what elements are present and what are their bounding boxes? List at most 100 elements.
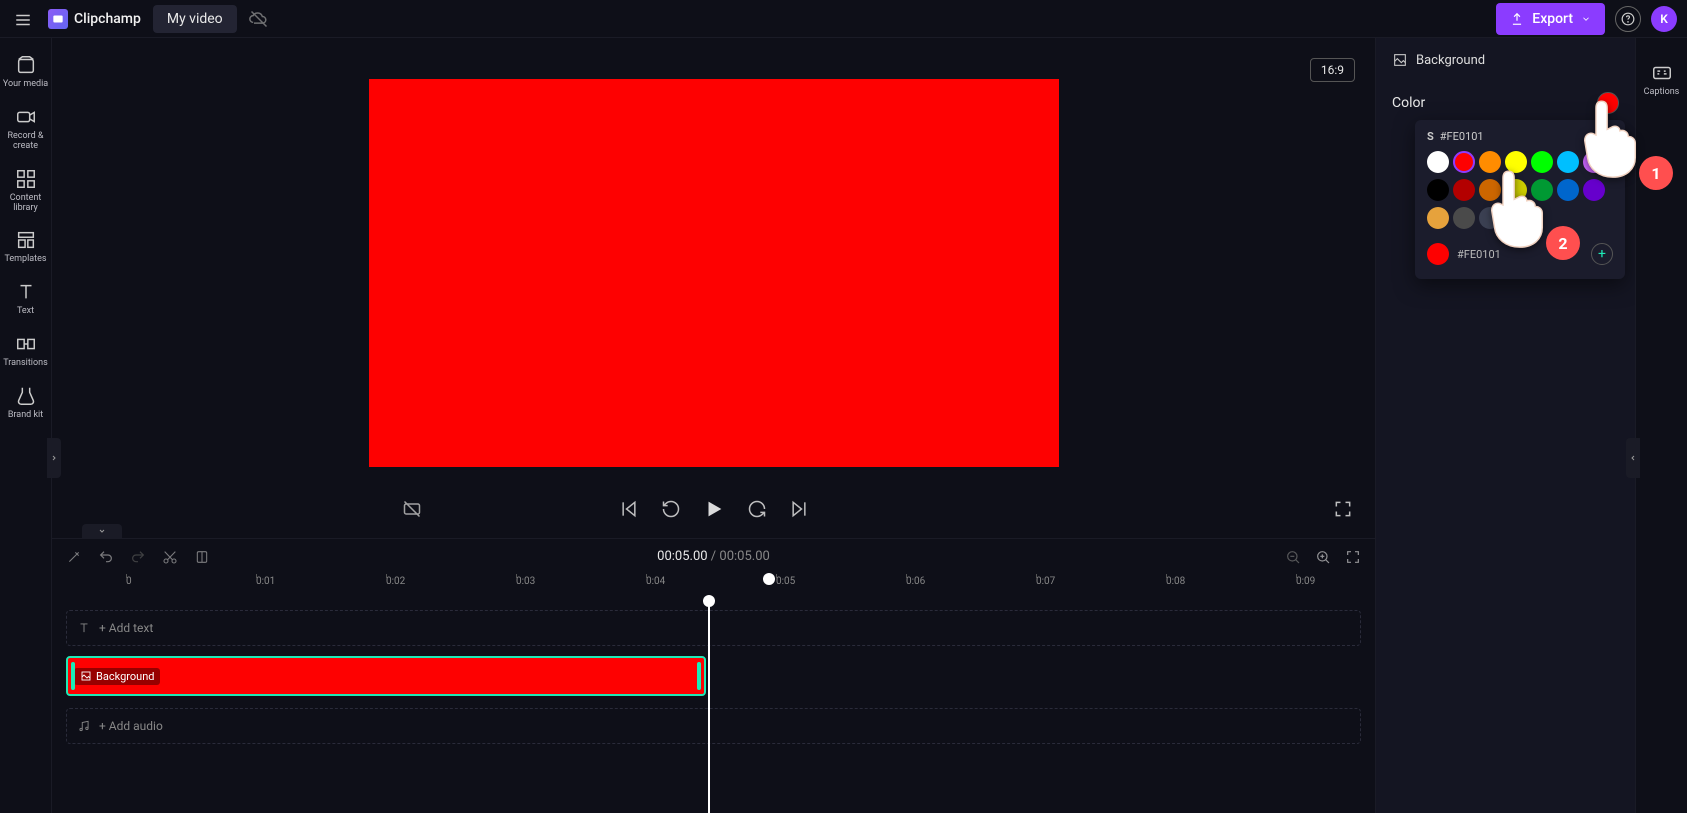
export-button[interactable]: Export (1496, 3, 1605, 35)
color-swatch[interactable] (1505, 151, 1527, 173)
play-button[interactable] (703, 498, 725, 520)
color-swatch[interactable] (1453, 151, 1475, 173)
color-swatch[interactable] (1453, 179, 1475, 201)
ruler-tick: 0:06 (906, 576, 925, 587)
nav-content-library[interactable]: Content library (2, 162, 50, 224)
rewind-icon[interactable] (661, 499, 681, 519)
stage: 16:9 (52, 38, 1375, 538)
nav-your-media[interactable]: Your media (2, 48, 50, 100)
main: Your media Record & create Content libra… (0, 38, 1687, 813)
skip-fwd-icon[interactable] (789, 499, 809, 519)
color-swatch[interactable] (1557, 151, 1579, 173)
captions-button[interactable]: Captions (1638, 56, 1686, 108)
hide-preview-icon[interactable] (402, 499, 422, 519)
cloud-off-icon[interactable] (249, 9, 269, 29)
center-column: 16:9 00: (52, 38, 1375, 813)
text-track: + Add text (66, 610, 1361, 646)
s-badge: S (1427, 130, 1434, 143)
video-canvas[interactable] (369, 79, 1059, 467)
properties-panel: Background Color S #FE0101 ent #FE0101 + (1375, 38, 1635, 813)
color-row: Color (1392, 92, 1619, 114)
recent-hex: #FE0101 (1457, 248, 1501, 261)
color-swatch[interactable] (1427, 179, 1449, 201)
color-swatch[interactable] (1531, 179, 1553, 201)
color-swatch[interactable] (1583, 151, 1605, 173)
redo-icon[interactable] (130, 549, 146, 565)
color-picker-popover: S #FE0101 ent #FE0101 + (1415, 120, 1625, 279)
background-clip[interactable]: Background (66, 656, 706, 696)
color-swatch[interactable] (1557, 179, 1579, 201)
hex-value[interactable]: #FE0101 (1440, 130, 1484, 143)
color-swatch[interactable] (1479, 207, 1501, 229)
skip-back-icon[interactable] (619, 499, 639, 519)
timeline-ruler[interactable]: 00:010:020:030:040:050:060:070:080:09 (52, 574, 1375, 596)
timeline-toolbar: 00:05.00 / 00:05.00 (52, 538, 1375, 574)
clip-handle-right[interactable] (697, 662, 701, 690)
swatch-row-2 (1427, 179, 1613, 201)
help-button[interactable] (1615, 6, 1641, 32)
add-text-button[interactable]: + Add text (66, 610, 1361, 646)
nav-record-create[interactable]: Record & create (2, 100, 50, 162)
swatch-row-1 (1427, 151, 1613, 173)
ruler-tick: 0:01 (256, 576, 275, 587)
cut-icon[interactable] (162, 549, 178, 565)
hex-row: S #FE0101 ent (1427, 130, 1613, 143)
split-icon[interactable] (194, 549, 210, 565)
clip-handle-left[interactable] (71, 662, 75, 690)
time-display: 00:05.00 / 00:05.00 (657, 549, 770, 564)
nav-brand-kit[interactable]: Brand kit (2, 379, 50, 431)
playhead[interactable] (708, 596, 710, 813)
ruler-tick: 0:05 (776, 576, 795, 587)
color-swatch[interactable] (1583, 179, 1605, 201)
ruler-tick: 0 (126, 576, 132, 587)
playhead-knob[interactable] (703, 595, 715, 607)
aspect-ratio-badge[interactable]: 16:9 (1310, 58, 1355, 82)
color-swatch[interactable] (1453, 207, 1475, 229)
ruler-tick: 0:02 (386, 576, 405, 587)
ruler-tick: 0:04 (646, 576, 665, 587)
color-swatch[interactable] (1479, 151, 1501, 173)
add-audio-button[interactable]: + Add audio (66, 708, 1361, 744)
color-swatch[interactable] (1505, 179, 1527, 201)
player-controls (52, 498, 1375, 520)
recent-swatch[interactable] (1427, 243, 1449, 265)
topbar: Clipchamp My video Export K (0, 0, 1687, 38)
left-sidebar: Your media Record & create Content libra… (0, 38, 52, 813)
app-name: Clipchamp (74, 11, 141, 27)
nav-text[interactable]: Text (2, 275, 50, 327)
color-swatch[interactable] (1479, 179, 1501, 201)
ruler-tick: 0:07 (1036, 576, 1055, 587)
zoom-out-icon[interactable] (1285, 549, 1301, 565)
ruler-tick: 0:08 (1166, 576, 1185, 587)
project-title[interactable]: My video (153, 5, 237, 33)
logo-icon (48, 9, 68, 29)
undo-icon[interactable] (98, 549, 114, 565)
ruler-tick: 0:03 (516, 576, 535, 587)
app-logo[interactable]: Clipchamp (48, 9, 141, 29)
color-label: Color (1392, 95, 1425, 111)
zoom-in-icon[interactable] (1315, 549, 1331, 565)
forward-icon[interactable] (747, 499, 767, 519)
hex-suffix: ent (1597, 130, 1613, 143)
color-swatch[interactable] (1531, 151, 1553, 173)
avatar[interactable]: K (1651, 6, 1677, 32)
color-swatch[interactable] (1427, 151, 1449, 173)
fullscreen-icon[interactable] (1333, 499, 1353, 519)
nav-templates[interactable]: Templates (2, 223, 50, 275)
fit-icon[interactable] (1345, 549, 1361, 565)
magic-icon[interactable] (66, 549, 82, 565)
video-track: Background (66, 656, 1361, 698)
add-color-button[interactable]: + (1591, 243, 1613, 265)
nav-transitions[interactable]: Transitions (2, 327, 50, 379)
hamburger-menu[interactable] (10, 7, 34, 31)
audio-track: + Add audio (66, 708, 1361, 744)
properties-header: Background (1392, 52, 1619, 68)
right-sidebar: Captions (1635, 38, 1687, 813)
color-chip[interactable] (1597, 92, 1619, 114)
timeline-tracks: + Add text Background + Add audi (52, 596, 1375, 754)
color-swatch[interactable] (1427, 207, 1449, 229)
expand-right-panel[interactable] (1626, 438, 1640, 478)
clip-label: Background (74, 668, 160, 685)
swatch-row-3 (1427, 207, 1613, 229)
collapse-stage[interactable] (82, 524, 122, 538)
